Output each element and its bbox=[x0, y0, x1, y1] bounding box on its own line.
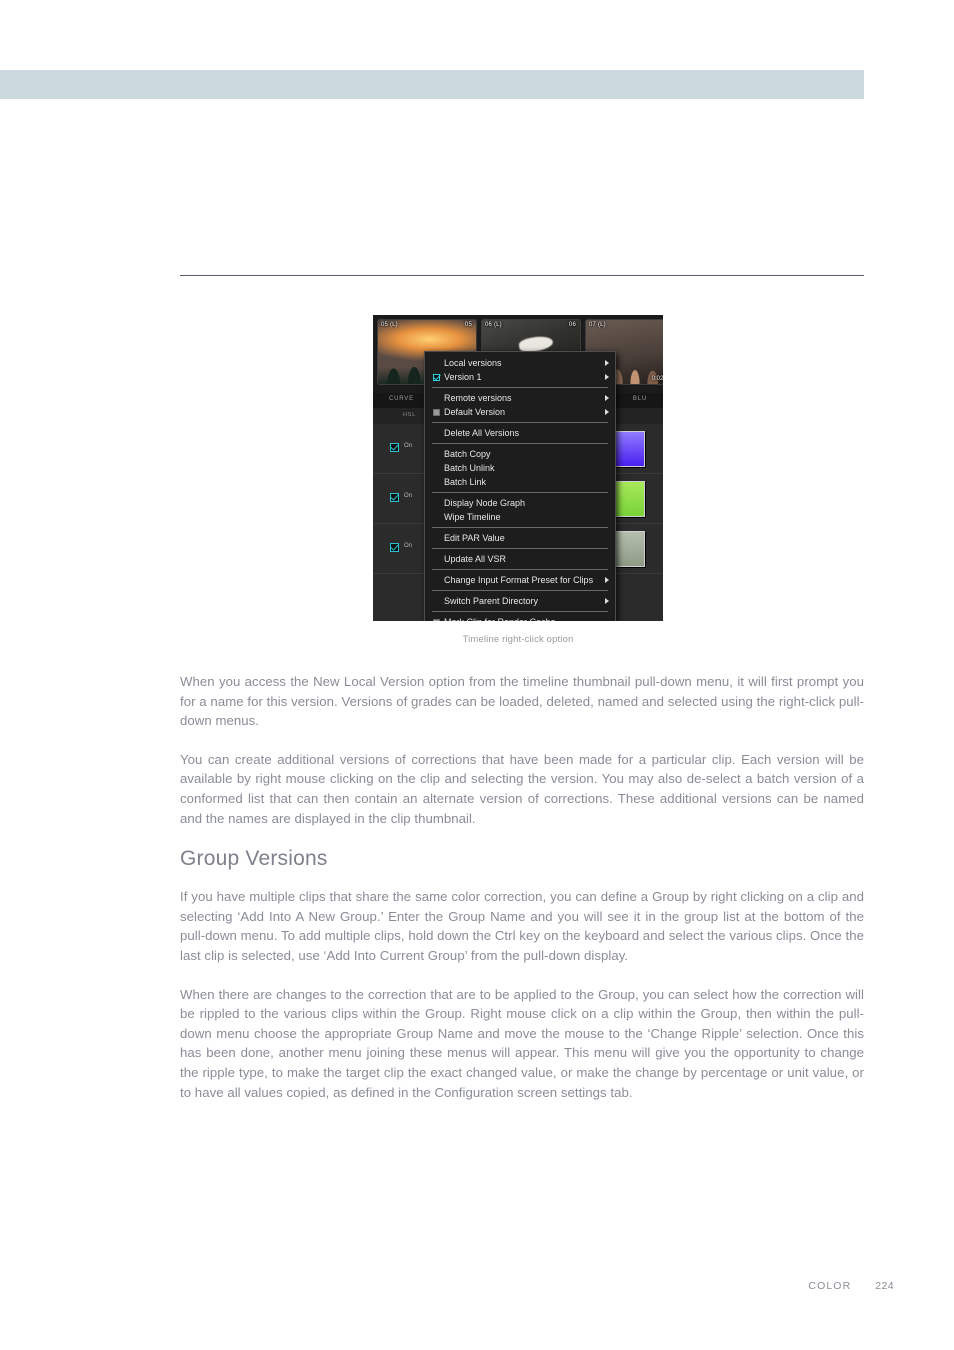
clip-right-label: 05 bbox=[464, 322, 472, 328]
paragraph-2: You can create additional versions of co… bbox=[180, 751, 864, 826]
menu-item[interactable]: Mark Clip for Render Cache bbox=[425, 615, 615, 621]
menu-item-spacer bbox=[433, 598, 440, 605]
color-swatch[interactable] bbox=[613, 481, 645, 517]
menu-item-label: Local versions bbox=[444, 358, 502, 368]
menu-item-spacer bbox=[433, 395, 440, 402]
menu-item-spacer bbox=[433, 451, 440, 458]
menu-separator bbox=[432, 422, 608, 423]
menu-item[interactable]: Switch Parent Directory bbox=[425, 594, 615, 608]
clip-timecode: 0:02:48:07 bbox=[651, 376, 663, 382]
menu-item-spacer bbox=[433, 360, 440, 367]
menu-item[interactable]: Update All VSR bbox=[425, 552, 615, 566]
document-page: 05 (L) 05 00:00 06 (L) 06 07 (L) 0:02:48… bbox=[0, 0, 954, 1350]
section-heading-group-versions: Group Versions bbox=[180, 847, 328, 871]
section-divider-rule bbox=[180, 275, 864, 276]
menu-separator bbox=[432, 590, 608, 591]
figure-caption: Timeline right-click option bbox=[462, 634, 574, 645]
row-enable-checkbox[interactable] bbox=[390, 443, 399, 452]
menu-item-spacer bbox=[433, 500, 440, 507]
menu-item-label: Change Input Format Preset for Clips bbox=[444, 575, 594, 585]
menu-item[interactable]: Delete All Versions bbox=[425, 426, 615, 440]
menu-item[interactable]: Batch Copy bbox=[425, 447, 615, 461]
color-swatch[interactable] bbox=[613, 531, 645, 567]
paragraph-3: If you have multiple clips that share th… bbox=[180, 889, 864, 963]
header-band bbox=[0, 70, 864, 99]
clip-left-label: 06 (L) bbox=[485, 322, 502, 328]
clip-right-label: 06 bbox=[568, 322, 576, 328]
menu-item[interactable]: Edit PAR Value bbox=[425, 531, 615, 545]
menu-item[interactable]: Local versions bbox=[425, 356, 615, 370]
submenu-arrow-icon bbox=[605, 374, 609, 380]
page-footer: COLOR 224 bbox=[180, 1280, 894, 1292]
paragraph-1: When you access the New Local Version op… bbox=[180, 674, 864, 729]
menu-item-label: Display Node Graph bbox=[444, 498, 526, 508]
menu-item[interactable]: Remote versions bbox=[425, 391, 615, 405]
submenu-arrow-icon bbox=[605, 395, 609, 401]
menu-item[interactable]: Display Node Graph bbox=[425, 496, 615, 510]
menu-item[interactable]: Version 1 bbox=[425, 370, 615, 384]
menu-separator bbox=[432, 569, 608, 570]
menu-item-label: Delete All Versions bbox=[444, 428, 520, 438]
menu-separator bbox=[432, 492, 608, 493]
menu-separator bbox=[432, 387, 608, 388]
menu-item-label: Edit PAR Value bbox=[444, 533, 505, 543]
menu-item-label: Update All VSR bbox=[444, 554, 507, 564]
timeline-context-menu[interactable]: Local versions Version 1 Remote versions De… bbox=[424, 351, 616, 621]
row-enable-checkbox[interactable] bbox=[390, 493, 399, 502]
checkbox-icon bbox=[433, 618, 440, 621]
menu-item[interactable]: Wipe Timeline bbox=[425, 510, 615, 524]
menu-item[interactable]: Batch Unlink bbox=[425, 461, 615, 475]
menu-item[interactable]: Change Input Format Preset for Clips bbox=[425, 573, 615, 587]
menu-item-label: Version 1 bbox=[444, 372, 482, 382]
panel-sub-header-label-hsl: HSL bbox=[403, 412, 417, 418]
footer-section-label: COLOR bbox=[808, 1280, 852, 1292]
clip-left-label: 05 (L) bbox=[381, 322, 398, 328]
submenu-arrow-icon bbox=[605, 409, 609, 415]
clip-left-label: 07 (L) bbox=[589, 322, 606, 328]
color-swatch[interactable] bbox=[613, 431, 645, 467]
menu-item-spacer bbox=[433, 577, 440, 584]
menu-item-label: Remote versions bbox=[444, 393, 512, 403]
paragraph-4: When there are changes to the correction… bbox=[180, 986, 864, 1100]
checkbox-icon bbox=[433, 408, 440, 416]
submenu-arrow-icon bbox=[605, 577, 609, 583]
menu-item-label: Batch Unlink bbox=[444, 463, 495, 473]
menu-item-label: Batch Link bbox=[444, 477, 487, 487]
menu-item[interactable]: Default Version bbox=[425, 405, 615, 419]
menu-item-label: Wipe Timeline bbox=[444, 512, 501, 522]
menu-item-spacer bbox=[433, 514, 440, 521]
row-enable-label: On bbox=[404, 543, 413, 549]
row-enable-label: On bbox=[404, 493, 413, 499]
figure-screenshot: 05 (L) 05 00:00 06 (L) 06 07 (L) 0:02:48… bbox=[373, 315, 663, 621]
panel-header-label-curve: CURVE bbox=[389, 396, 414, 402]
menu-item-label: Mark Clip for Render Cache bbox=[444, 617, 599, 621]
menu-item-spacer bbox=[433, 430, 440, 437]
row-enable-checkbox[interactable] bbox=[390, 543, 399, 552]
menu-separator bbox=[432, 527, 608, 528]
menu-separator bbox=[432, 548, 608, 549]
menu-separator bbox=[432, 611, 608, 612]
submenu-arrow-icon bbox=[605, 598, 609, 604]
panel-header-label-blue: BLU bbox=[632, 396, 647, 402]
menu-item-spacer bbox=[433, 465, 440, 472]
menu-item[interactable]: Batch Link bbox=[425, 475, 615, 489]
menu-item-label: Batch Copy bbox=[444, 449, 491, 459]
checkmark-icon bbox=[433, 373, 440, 381]
submenu-arrow-icon bbox=[605, 360, 609, 366]
row-enable-label: On bbox=[404, 443, 413, 449]
menu-item-spacer bbox=[433, 479, 440, 486]
menu-separator bbox=[432, 443, 608, 444]
menu-item-label: Default Version bbox=[444, 407, 506, 417]
menu-item-spacer bbox=[433, 535, 440, 542]
menu-item-spacer bbox=[433, 556, 440, 563]
menu-item-label: Switch Parent Directory bbox=[444, 596, 539, 606]
footer-page-number: 224 bbox=[875, 1280, 894, 1292]
body-content-column: When you access the New Local Version op… bbox=[180, 672, 864, 1102]
